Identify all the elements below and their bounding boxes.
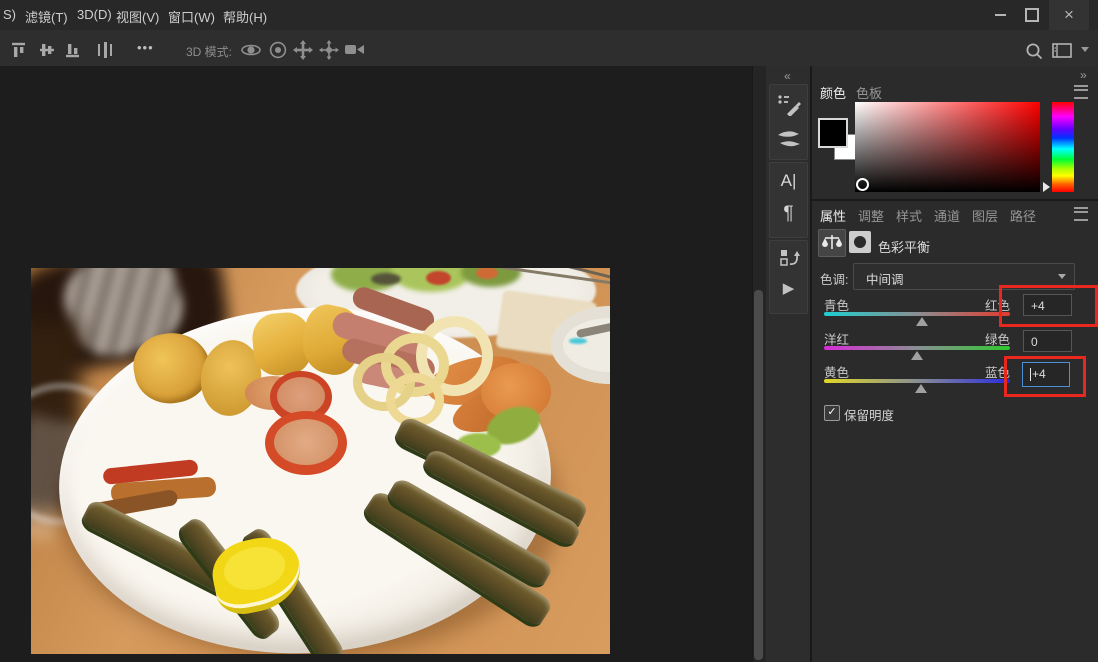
cyan-red-slider[interactable] <box>824 312 1010 316</box>
chevron-down-icon[interactable] <box>1081 47 1089 52</box>
clone-source-icon[interactable] <box>770 247 807 271</box>
align-middle-icon[interactable] <box>38 42 56 58</box>
yellow-blue-slider[interactable] <box>824 379 1010 383</box>
vertical-scrollbar <box>752 66 767 662</box>
annotation-highlight-red-value <box>999 285 1098 327</box>
document-photo <box>31 268 610 654</box>
expand-panels-icon[interactable]: « <box>784 69 791 83</box>
scrollbar-thumb[interactable] <box>754 290 763 660</box>
3d-slide-icon[interactable] <box>319 40 339 60</box>
photoshop-window: S) 滤镜(T) 3D(D) 视图(V) 窗口(W) 帮助(H) × ••• 3… <box>0 0 1098 662</box>
menu-item-overflow[interactable]: S) <box>3 7 16 22</box>
menu-item-view[interactable]: 视图(V) <box>116 7 159 26</box>
search-icon[interactable] <box>1025 42 1043 60</box>
workspace-switcher-icon[interactable] <box>1052 43 1072 58</box>
tab-adjustments[interactable]: 调整 <box>858 206 884 225</box>
properties-panel: 属性 调整 样式 通道 图层 路径 色彩平衡 色调: 中间调 青色 红色 <box>812 201 1098 662</box>
minimize-button[interactable] <box>985 0 1015 30</box>
preserve-luminosity-checkbox[interactable]: ✓ <box>824 405 840 421</box>
menu-bar: S) 滤镜(T) 3D(D) 视图(V) 窗口(W) 帮助(H) × <box>0 0 1098 31</box>
tab-swatches[interactable]: 色板 <box>856 83 882 102</box>
preserve-luminosity-label: 保留明度 <box>844 405 894 424</box>
actions-panel-icon[interactable]: ▶ <box>770 279 807 297</box>
3d-orbit-icon[interactable] <box>240 41 262 59</box>
magenta-green-value-input[interactable]: 0 <box>1023 330 1072 352</box>
3d-camera-icon[interactable] <box>344 42 366 57</box>
annotation-highlight-blue-value <box>1004 356 1086 397</box>
brush-settings-icon[interactable] <box>770 92 807 116</box>
align-bottom-icon[interactable] <box>64 42 82 58</box>
hue-strip[interactable] <box>1052 102 1074 192</box>
hue-slider-pointer[interactable] <box>1043 182 1050 192</box>
close-icon: × <box>1064 5 1074 25</box>
magenta-green-slider[interactable] <box>824 346 1010 350</box>
color-gradient-field[interactable] <box>855 102 1040 192</box>
magenta-green-slider-thumb[interactable] <box>911 351 923 360</box>
panel-icon-strip: « A| ¶ ▶ <box>766 66 812 662</box>
tab-layers[interactable]: 图层 <box>972 206 998 225</box>
color-panel-menu-icon[interactable] <box>1074 85 1088 99</box>
tab-color[interactable]: 颜色 <box>820 83 846 102</box>
tab-channels[interactable]: 通道 <box>934 206 960 225</box>
brushes-icon[interactable] <box>770 127 807 151</box>
layer-mask-thumbnail[interactable] <box>849 231 871 253</box>
chevron-down-icon <box>1058 274 1066 279</box>
photo-stuffed-tomato-bottom <box>265 411 347 475</box>
3d-mode-label: 3D 模式: <box>186 43 232 60</box>
menu-item-filter[interactable]: 滤镜(T) <box>25 7 68 26</box>
minimize-icon <box>995 14 1006 16</box>
adjustment-title: 色彩平衡 <box>878 237 930 256</box>
canvas-area <box>0 66 752 662</box>
maximize-icon <box>1025 8 1039 22</box>
tab-paths[interactable]: 路径 <box>1010 206 1036 225</box>
color-panel: 颜色 色板 <box>812 78 1098 199</box>
character-panel-icon[interactable]: A| <box>770 171 807 191</box>
align-top-icon[interactable] <box>10 42 28 58</box>
distribute-center-icon[interactable] <box>97 41 113 59</box>
options-bar: ••• 3D 模式: <box>0 30 1098 67</box>
color-picker-cursor[interactable] <box>856 178 869 191</box>
yellow-blue-slider-thumb[interactable] <box>915 384 927 393</box>
3d-roll-icon[interactable] <box>268 41 288 59</box>
tab-properties[interactable]: 属性 <box>820 206 846 225</box>
paragraph-panel-icon[interactable]: ¶ <box>770 203 807 225</box>
close-button[interactable]: × <box>1049 0 1089 30</box>
3d-pan-icon[interactable] <box>293 40 313 60</box>
cyan-red-slider-thumb[interactable] <box>916 317 928 326</box>
color-balance-icon <box>818 229 846 257</box>
menu-item-3d[interactable]: 3D(D) <box>77 7 112 22</box>
check-icon: ✓ <box>827 406 836 418</box>
foreground-color-swatch[interactable] <box>818 118 848 148</box>
tone-dropdown-value: 中间调 <box>866 269 904 288</box>
menu-item-window[interactable]: 窗口(W) <box>168 7 215 26</box>
menu-item-help[interactable]: 帮助(H) <box>223 7 267 26</box>
more-options-icon[interactable]: ••• <box>137 40 154 55</box>
properties-panel-menu-icon[interactable] <box>1074 207 1088 221</box>
tone-label: 色调: <box>820 269 848 288</box>
maximize-button[interactable] <box>1017 0 1047 30</box>
tab-styles[interactable]: 样式 <box>896 206 922 225</box>
